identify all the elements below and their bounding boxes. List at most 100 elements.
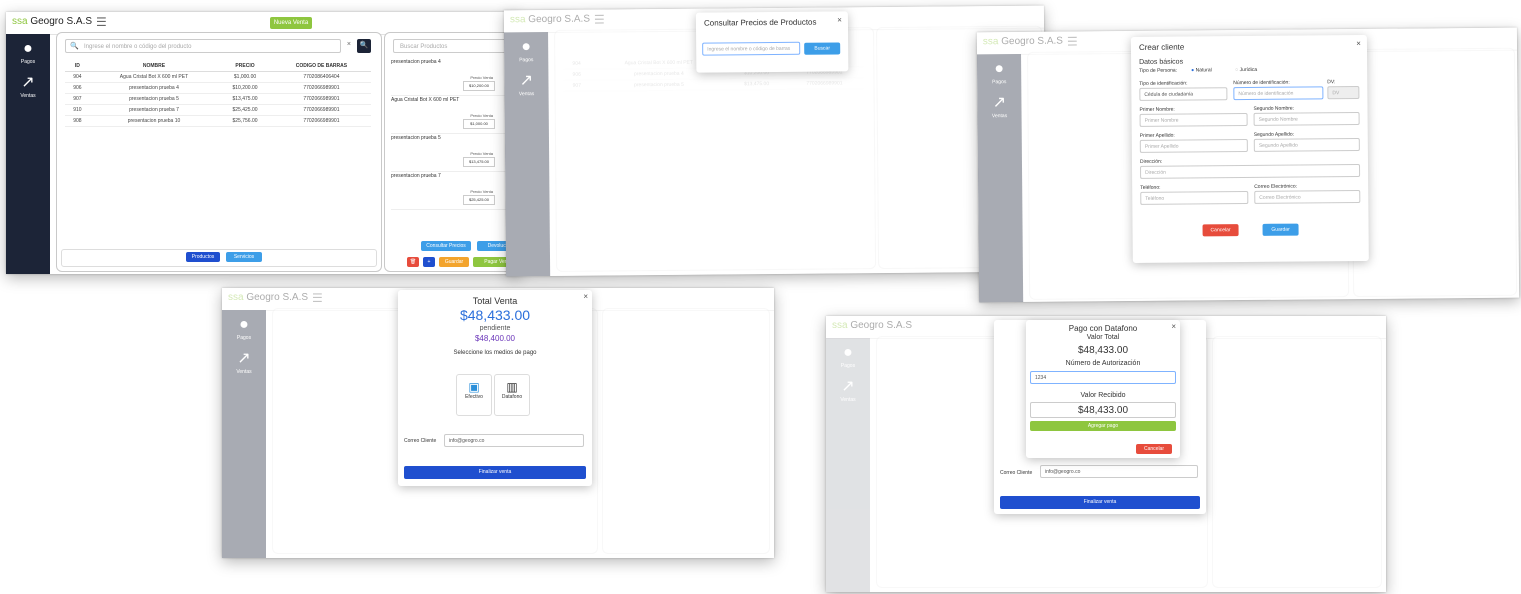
first-name-label: Primer Nombre: — [1139, 106, 1175, 113]
cell: 7702066989901 — [271, 93, 371, 105]
cart-item-name: presentacion prueba 5 — [391, 135, 441, 141]
payment-method-label: Efectivo — [465, 394, 483, 400]
dv-label: DV: — [1327, 79, 1336, 86]
table-row[interactable]: 906presentacion prueba 4$10,200.00770206… — [65, 82, 371, 94]
sidebar-item-ventas[interactable]: ↗ Ventas — [6, 74, 50, 99]
clear-icon[interactable]: × — [347, 41, 351, 48]
radio-unselected-icon: ○ — [1235, 67, 1239, 74]
table-row[interactable]: 910 presentacion prueba 7 $25,425.00 770206… — [65, 104, 371, 116]
first-surname-label: Primer Apellido: — [1139, 132, 1175, 139]
cart-search-placeholder: Buscar Productos — [400, 44, 448, 50]
bottom-bar: Productos Servicios — [61, 249, 377, 267]
price-label: Precio Venta — [470, 189, 493, 194]
first-name-input[interactable]: Primer Nombre — [1139, 113, 1248, 127]
save-client-button[interactable]: Guardar — [1262, 223, 1299, 236]
cart-item-name: Agua Cristal Bot X 600 ml PET — [391, 97, 460, 103]
products-button[interactable]: Productos — [186, 252, 220, 262]
search-button[interactable]: 🔍 — [357, 39, 371, 53]
client-email-input[interactable]: info@geogro.co — [444, 434, 584, 447]
cancel-button[interactable]: Cancelar — [1136, 444, 1172, 454]
modal-title: Crear cliente — [1138, 42, 1185, 52]
cash-icon: ▣ — [468, 380, 480, 394]
create-client-modal: Crear cliente × Datos básicos Tipo de Pe… — [1130, 34, 1369, 264]
chart-icon: ↗ — [21, 74, 35, 91]
cell: Agua Cristal Bot X 600 ml PET — [89, 71, 219, 83]
table-row[interactable]: 908 presentacion prueba 10 $25,756.00 77020… — [65, 115, 371, 127]
screenshot-price-lookup: ssa Geogro S.A.S ☰ ●Pagos ↗Ventas 904Agu… — [503, 5, 1047, 277]
price-field[interactable]: $1,000.00 — [463, 119, 495, 129]
finish-sale-button[interactable]: Finalizar venta — [404, 466, 586, 479]
new-sale-button[interactable]: Nueva Venta — [270, 17, 312, 29]
screenshot-pos-main: ssa Geogro S.A.S ☰ Nueva Venta ● Pagos ↗… — [6, 12, 520, 274]
payment-method-cash[interactable]: ▣ Efectivo — [456, 374, 492, 416]
search-button[interactable]: Buscar — [804, 42, 841, 55]
close-icon[interactable]: × — [1356, 39, 1361, 48]
cell: 7702066989901 — [271, 104, 371, 116]
payment-method-dataphone[interactable]: ▥ Datafono — [494, 374, 530, 416]
id-type-select[interactable]: Cédula de ciudadanía — [1139, 87, 1228, 101]
radio-natural[interactable]: ● Natural — [1191, 67, 1212, 73]
add-button[interactable]: + — [423, 257, 435, 267]
price-field[interactable]: $10,200.00 — [463, 81, 495, 91]
cart-item[interactable]: Agua Cristal Bot X 600 ml PET Precio Ven… — [391, 95, 519, 134]
cart-item[interactable]: presentacion prueba 7 Precio Venta $25,4… — [391, 171, 519, 210]
brand: ssa Geogro S.A.S — [12, 16, 92, 27]
cell: presentacion prueba 7 — [89, 104, 219, 116]
price-lookup-input[interactable]: Ingrese el nombre o código de barras — [702, 41, 801, 56]
card-terminal-icon: ▥ — [506, 380, 518, 394]
cell: 910 — [65, 104, 90, 116]
auth-number-input[interactable]: 1234 — [1030, 371, 1176, 384]
products-table: ID NOMBRE PRECIO CODIGO DE BARRAS 904 Agu… — [65, 61, 371, 127]
cell: 907 — [65, 93, 90, 105]
address-input[interactable]: Dirección — [1140, 164, 1361, 179]
cell: 7702066989901 — [271, 115, 371, 127]
services-button[interactable]: Servicios — [226, 252, 262, 262]
table-row[interactable]: 904Agua Cristal Bot X 600 ml PET$1,000.0… — [65, 71, 371, 83]
id-number-input[interactable]: Número de identificación — [1233, 86, 1324, 101]
cart-item[interactable]: presentacion prueba 5 Precio Venta $13,4… — [391, 133, 519, 172]
add-payment-button[interactable]: Agregar pago — [1030, 421, 1176, 431]
id-type-label: Tipo de identificación: — [1139, 80, 1188, 87]
email-input[interactable]: Correo Electrónico — [1254, 190, 1361, 204]
menu-icon[interactable]: ☰ — [96, 15, 107, 29]
email-label: Correo Electrónico: — [1254, 183, 1298, 190]
cart-item[interactable]: presentacion prueba 4 Precio Venta $10,2… — [391, 57, 519, 96]
received-amount-input[interactable]: $48,433.00 — [1030, 402, 1176, 418]
product-search-input[interactable]: 🔍 Ingrese el nombre o código del product… — [65, 39, 341, 53]
check-prices-button[interactable]: Consultar Precios — [421, 241, 471, 251]
price-field[interactable]: $13,475.00 — [463, 157, 495, 167]
cart-item-name: presentacion prueba 7 — [391, 173, 441, 179]
second-name-input[interactable]: Segundo Nombre — [1253, 112, 1360, 126]
cell: 904 — [65, 71, 90, 83]
radio-selected-icon: ● — [1191, 67, 1195, 74]
search-icon: 🔍 — [70, 43, 79, 50]
sidebar-item-pagos[interactable]: ● Pagos — [6, 40, 50, 65]
close-icon[interactable]: × — [837, 15, 842, 24]
finish-sale-button[interactable]: Finalizar venta — [1000, 496, 1200, 509]
client-email-input[interactable]: info@geogro.co — [1040, 465, 1198, 478]
column-header: ID — [65, 61, 90, 72]
dv-input[interactable]: DV — [1327, 86, 1360, 100]
cell: $25,756.00 — [218, 115, 272, 127]
user-icon: ● — [23, 40, 33, 57]
total-amount: $48,433.00 — [1077, 345, 1129, 356]
second-surname-label: Segundo Apellido: — [1253, 131, 1295, 138]
radio-label: Jurídica — [1239, 66, 1258, 74]
client-email-label: Correo Cliente — [1000, 470, 1033, 476]
received-label: Valor Recibido — [1080, 392, 1126, 399]
first-surname-input[interactable]: Primer Apellido — [1139, 139, 1248, 153]
id-number-label: Número de identificación: — [1233, 79, 1290, 87]
phone-input[interactable]: Teléfono — [1140, 190, 1249, 205]
cancel-button[interactable]: Cancelar — [1202, 224, 1239, 237]
second-surname-input[interactable]: Segundo Apellido — [1253, 138, 1360, 152]
price-label: Precio Venta — [470, 75, 493, 80]
radio-juridica[interactable]: ○ Jurídica — [1235, 67, 1257, 73]
table-row[interactable]: 907presentacion prueba 5$13,475.00770206… — [65, 93, 371, 105]
cell: 7702066989901 — [271, 82, 371, 94]
cart-search-input[interactable]: Buscar Productos — [393, 39, 517, 53]
price-field[interactable]: $25,425.00 — [463, 195, 495, 205]
delete-button[interactable]: 🗑 — [407, 257, 419, 267]
second-name-label: Segundo Nombre: — [1253, 105, 1295, 112]
address-label: Dirección: — [1139, 158, 1163, 165]
save-button[interactable]: Guardar — [439, 257, 469, 267]
